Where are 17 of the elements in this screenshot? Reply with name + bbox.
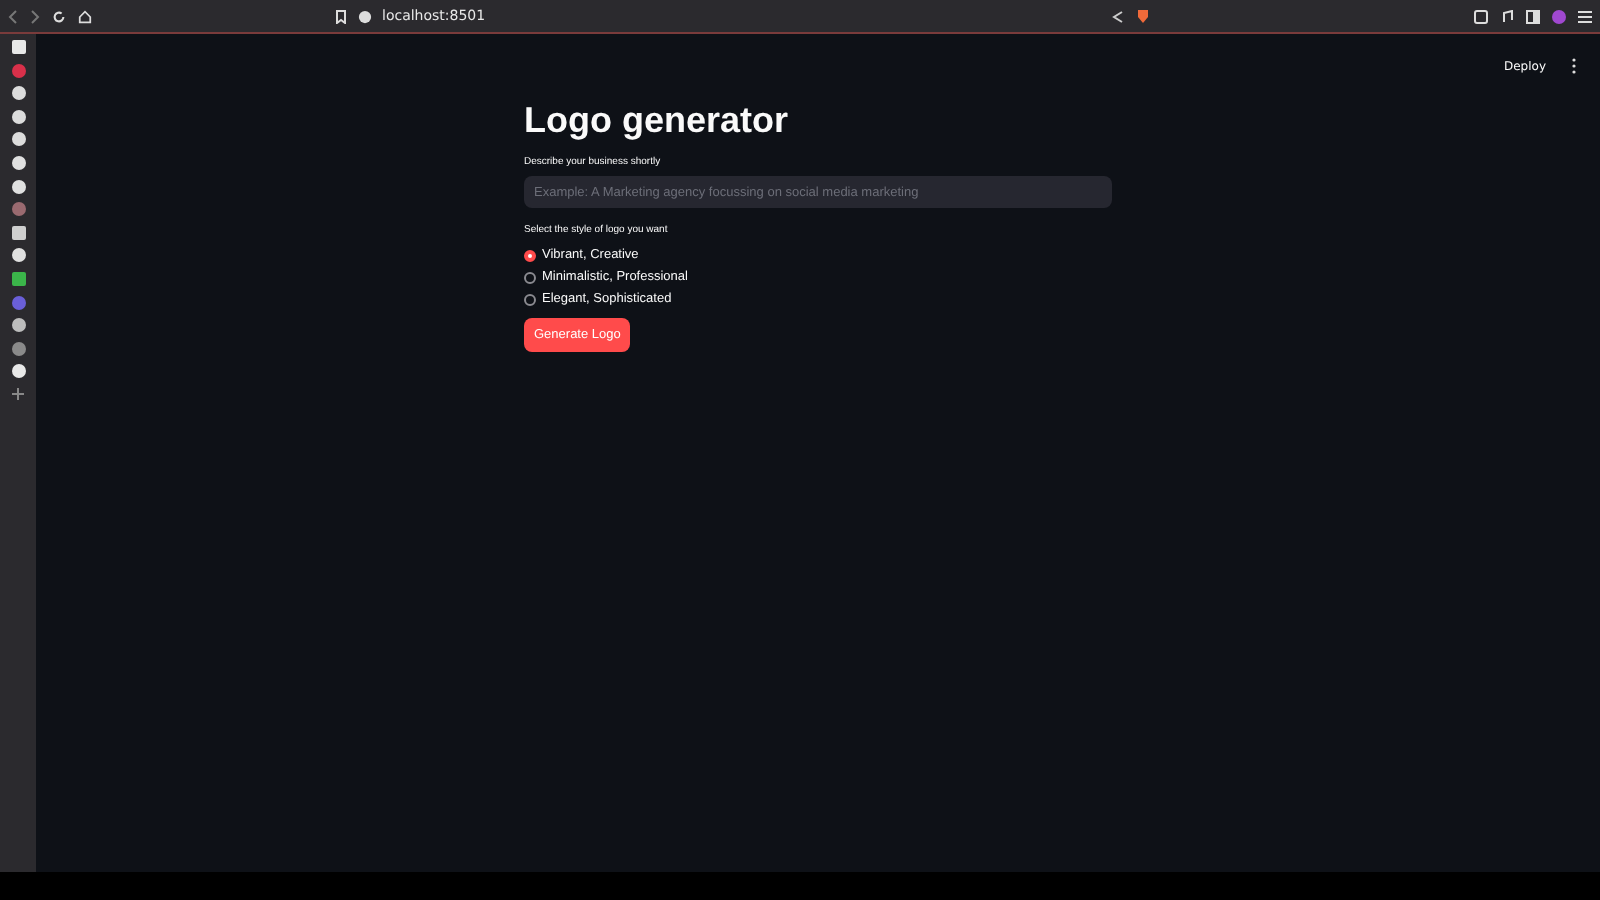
home-icon[interactable]	[78, 9, 92, 23]
radio-icon[interactable]	[524, 271, 536, 283]
shield-icon[interactable]	[1136, 8, 1150, 24]
profile-icon[interactable]	[1552, 9, 1566, 23]
extensions-icon[interactable]	[1474, 9, 1488, 23]
bookmark-icon[interactable]	[336, 9, 346, 23]
back-icon[interactable]	[8, 9, 18, 23]
site-info-icon	[358, 9, 372, 23]
page-title: Logo generator	[524, 100, 791, 142]
menu-icon[interactable]	[1578, 9, 1592, 23]
radio-icon[interactable]	[524, 249, 536, 261]
sidebar-toggle-icon[interactable]	[1526, 9, 1540, 23]
share-icon[interactable]	[1112, 9, 1124, 23]
reload-icon[interactable]	[52, 9, 66, 23]
add-tab-icon[interactable]	[12, 387, 24, 400]
forward-icon[interactable]	[30, 9, 40, 23]
radio-icon[interactable]	[524, 293, 536, 305]
